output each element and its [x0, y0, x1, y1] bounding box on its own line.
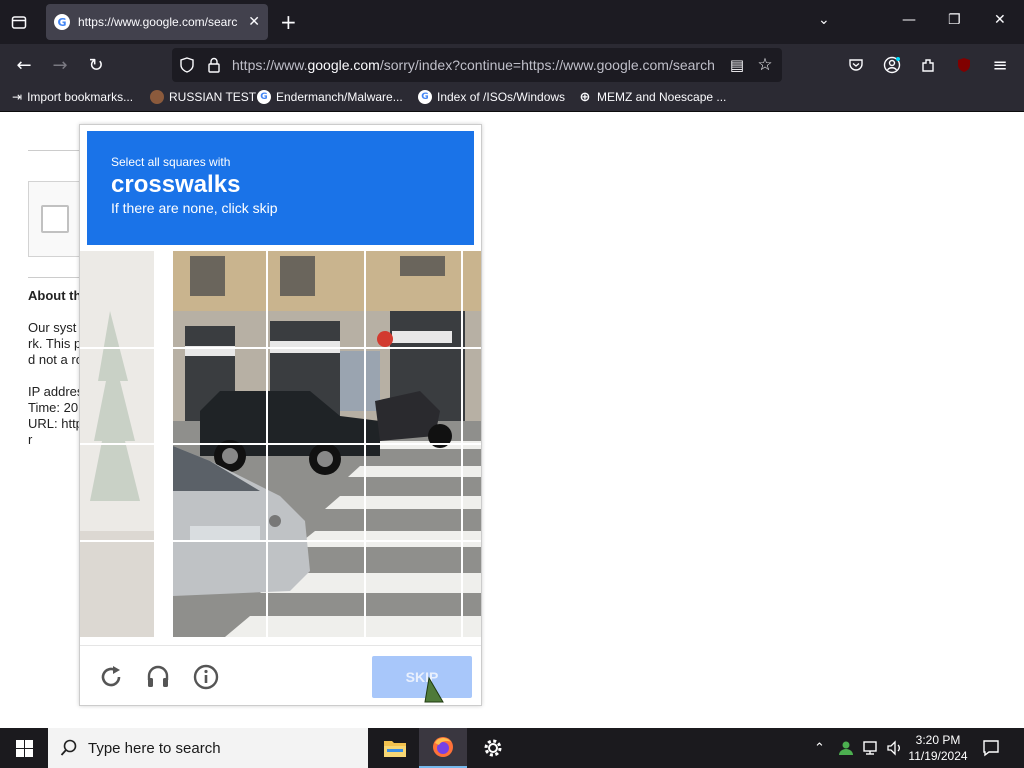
tab-bar: G https://www.google.com/searc ✕ + ⌄ — ❐…: [0, 0, 1024, 44]
notification-center-icon[interactable]: [982, 728, 1000, 768]
tab-close-icon[interactable]: ✕: [248, 14, 260, 30]
recaptcha-challenge: Select all squares with crosswalks If th…: [79, 124, 482, 706]
close-window-icon[interactable]: ✕: [994, 12, 1006, 28]
info-icon[interactable]: [191, 662, 221, 692]
bookmark-star-icon[interactable]: ☆: [754, 54, 776, 76]
lock-icon[interactable]: [203, 54, 225, 76]
active-tab[interactable]: G https://www.google.com/searc ✕: [46, 4, 268, 40]
taskbar-clock[interactable]: 3:20 PM 11/19/2024: [902, 732, 974, 764]
grid-tile[interactable]: [173, 445, 266, 540]
page-text-line: URL: http: [28, 416, 83, 431]
taskbar-search[interactable]: Type here to search: [48, 728, 368, 768]
page-text-line: Time: 20: [28, 400, 79, 415]
grid-tile[interactable]: [366, 349, 461, 443]
site-icon: [150, 90, 164, 104]
challenge-instruction: Select all squares with: [111, 155, 231, 169]
network-icon[interactable]: [862, 728, 880, 768]
show-hidden-icons-icon[interactable]: ⌃: [814, 728, 825, 768]
challenge-hint: If there are none, click skip: [111, 200, 278, 216]
grid-tile[interactable]: [173, 349, 266, 443]
google-favicon-icon: G: [54, 14, 70, 30]
audio-challenge-icon[interactable]: [143, 662, 173, 692]
grid-tile[interactable]: [366, 445, 461, 540]
search-icon: [60, 739, 77, 756]
forward-icon[interactable]: →: [49, 54, 71, 76]
challenge-footer: SKIP: [80, 645, 481, 705]
page-text-line: Our syst: [28, 320, 77, 335]
search-placeholder: Type here to search: [88, 739, 221, 757]
grid-tile[interactable]: [173, 251, 266, 347]
page-text-line: r: [28, 432, 33, 447]
grid-tile[interactable]: [268, 445, 364, 540]
start-button[interactable]: [0, 728, 48, 768]
url-text[interactable]: https://www.google.com/sorry/index?conti…: [232, 57, 717, 73]
challenge-target: crosswalks: [111, 171, 241, 198]
cursor-icon: [423, 676, 445, 705]
reload-icon[interactable]: ↻: [85, 54, 107, 76]
extensions-icon[interactable]: [917, 54, 939, 76]
challenge-header: Select all squares with crosswalks If th…: [87, 131, 474, 245]
ublock-icon[interactable]: [953, 54, 975, 76]
import-icon: ⇥: [12, 90, 23, 104]
globe-icon: ⊕: [579, 89, 591, 105]
list-all-tabs-icon[interactable]: ⌄: [818, 12, 830, 28]
tab-title: https://www.google.com/searc: [77, 15, 238, 29]
pocket-icon[interactable]: [845, 54, 867, 76]
user-tray-icon[interactable]: [838, 728, 854, 768]
bookmarks-bar: ⇥ Import bookmarks... RUSSIAN TEST G Ender…: [0, 86, 1024, 112]
minimize-icon[interactable]: —: [902, 12, 916, 28]
reader-view-icon[interactable]: ▤: [726, 54, 748, 76]
windows-logo-icon: [15, 739, 33, 757]
google-icon: G: [257, 90, 271, 104]
shield-icon[interactable]: [176, 54, 198, 76]
account-icon[interactable]: [881, 54, 903, 76]
file-explorer-icon[interactable]: [371, 728, 419, 768]
tab-list-icon[interactable]: [8, 11, 30, 33]
google-icon: G: [418, 90, 432, 104]
about-heading: About th: [28, 288, 82, 303]
taskbar: Type here to search ⌃ 3:20 PM 11/19/2024: [0, 728, 1024, 768]
bookmark-import[interactable]: ⇥ Import bookmarks...: [12, 90, 133, 104]
grid-divider: [80, 540, 481, 542]
bookmark-isos[interactable]: G Index of /ISOs/Windows: [418, 90, 565, 104]
bookmark-memz[interactable]: ⊕ MEMZ and Noescape ...: [578, 89, 727, 105]
bookmark-endermanch[interactable]: G Endermanch/Malware...: [257, 90, 403, 104]
firefox-icon[interactable]: [419, 728, 467, 768]
bookmark-russian-test[interactable]: RUSSIAN TEST: [150, 90, 256, 104]
url-bar[interactable]: https://www.google.com/sorry/index?conti…: [172, 48, 782, 82]
recaptcha-checkbox[interactable]: [41, 205, 69, 233]
menu-icon[interactable]: ≡: [989, 54, 1011, 76]
back-icon[interactable]: ←: [13, 54, 35, 76]
grid-tile[interactable]: [268, 251, 364, 347]
settings-icon[interactable]: [469, 728, 517, 768]
new-tab-icon[interactable]: +: [280, 10, 297, 34]
grid-tile[interactable]: [268, 349, 364, 443]
clock-time: 3:20 PM: [915, 733, 961, 747]
skip-button[interactable]: SKIP: [372, 656, 472, 698]
restore-icon[interactable]: ❐: [948, 12, 961, 28]
page-text-line: rk. This p: [28, 336, 82, 351]
clock-date: 11/19/2024: [908, 749, 968, 763]
nav-bar: ← → ↻ https://www.google.com/sorry/index…: [0, 44, 1024, 86]
reload-challenge-icon[interactable]: [96, 662, 126, 692]
page-text-line: IP addres: [28, 384, 84, 399]
grid-tile[interactable]: [366, 251, 461, 347]
page-text-line: d not a ro: [28, 352, 83, 367]
